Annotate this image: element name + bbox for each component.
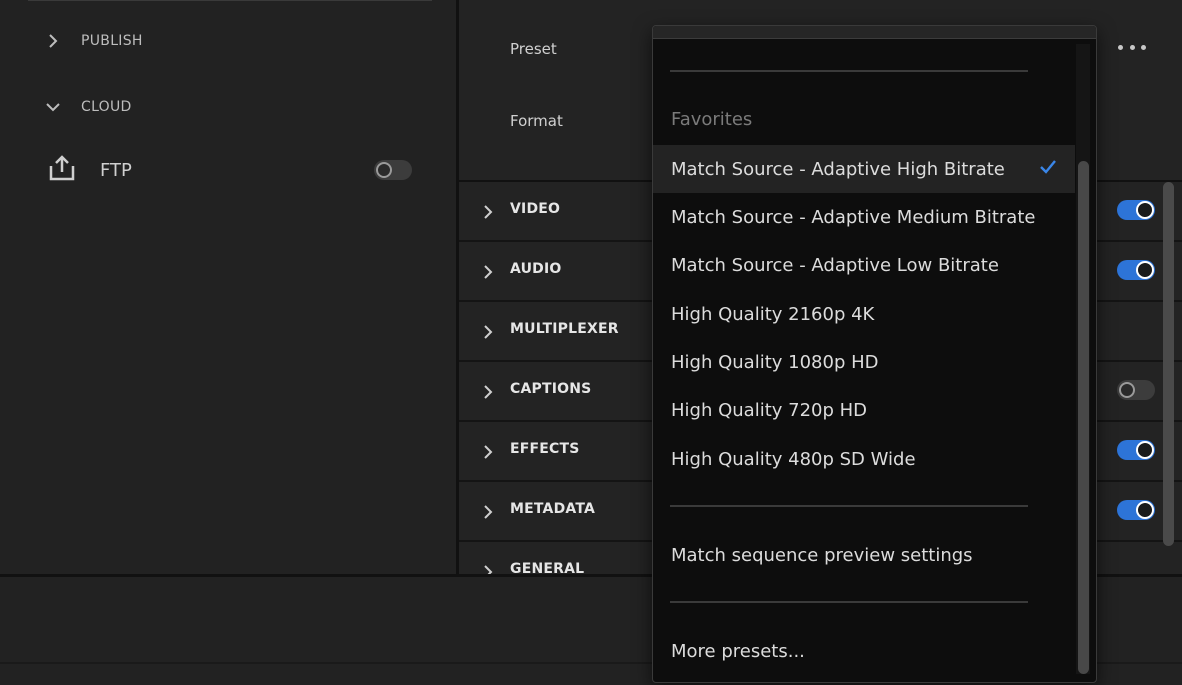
chevron-right-icon [46, 34, 60, 48]
section-label: GENERAL [510, 561, 585, 574]
menu-item-preset[interactable]: Match Source - Adaptive High Bitrate [653, 145, 1075, 193]
chevron-right-icon [483, 204, 493, 223]
menu-item-label: Match Source - Adaptive High Bitrate [671, 158, 1005, 180]
section-label: VIDEO [510, 201, 561, 217]
menu-item-preset[interactable]: Match Source - Adaptive Low Bitrate [653, 241, 1075, 289]
format-label: Format [510, 112, 563, 130]
chevron-right-icon [483, 384, 493, 403]
menu-item-match-sequence[interactable]: Match sequence preview settings [653, 531, 1075, 579]
chevron-right-icon [483, 264, 493, 283]
more-options-icon[interactable] [1118, 40, 1146, 54]
divider [28, 0, 432, 1]
sidebar-item-publish[interactable]: PUBLISH [46, 33, 143, 49]
metadata-toggle[interactable] [1117, 500, 1155, 520]
effects-toggle[interactable] [1117, 440, 1155, 460]
menu-item-label: More presets... [671, 640, 805, 662]
menu-item-label: High Quality 480p SD Wide [671, 448, 916, 470]
menu-item-more-presets[interactable]: More presets... [653, 627, 1075, 675]
scrollbar-thumb[interactable] [1078, 161, 1089, 674]
menu-item-label: Match Source - Adaptive Medium Bitrate [671, 206, 1036, 228]
section-label: MULTIPLEXER [510, 321, 619, 337]
chevron-right-icon [483, 324, 493, 343]
menu-divider [670, 601, 1028, 603]
upload-icon [48, 154, 76, 186]
section-label: AUDIO [510, 261, 562, 277]
preset-select[interactable] [653, 26, 1096, 39]
audio-toggle[interactable] [1117, 260, 1155, 280]
left-panel [0, 0, 456, 574]
ftp-label: FTP [100, 159, 132, 181]
checkmark-icon [1039, 159, 1057, 180]
preset-dropdown-menu[interactable]: Favorites Match Source - Adaptive High B… [652, 25, 1097, 683]
sidebar-item-label: CLOUD [81, 99, 132, 115]
menu-item-label: Match sequence preview settings [671, 544, 973, 566]
menu-item-label: Match Source - Adaptive Low Bitrate [671, 254, 999, 276]
menu-divider [670, 70, 1028, 72]
section-label: CAPTIONS [510, 381, 592, 397]
chevron-right-icon [483, 564, 493, 574]
menu-item-label: High Quality 720p HD [671, 399, 868, 421]
sidebar-item-label: PUBLISH [81, 33, 143, 49]
sidebar-item-cloud[interactable]: CLOUD [46, 99, 132, 115]
menu-item-preset[interactable]: Match Source - Adaptive Medium Bitrate [653, 193, 1075, 241]
scrollbar[interactable] [1163, 182, 1174, 546]
menu-item-preset[interactable]: High Quality 2160p 4K [653, 290, 1075, 338]
captions-toggle[interactable] [1117, 380, 1155, 400]
menu-item-preset[interactable]: High Quality 720p HD [653, 386, 1075, 434]
preset-label: Preset [510, 40, 557, 58]
section-label: METADATA [510, 501, 596, 517]
chevron-right-icon [483, 504, 493, 523]
menu-item-label: High Quality 1080p HD [671, 351, 879, 373]
ftp-row: FTP [48, 154, 418, 186]
menu-item-preset[interactable]: High Quality 480p SD Wide [653, 435, 1075, 483]
video-toggle[interactable] [1117, 200, 1155, 220]
favorites-header: Favorites [671, 109, 753, 130]
ftp-toggle[interactable] [374, 160, 412, 180]
menu-item-label: High Quality 2160p 4K [671, 303, 875, 325]
chevron-right-icon [483, 444, 493, 463]
menu-divider [670, 505, 1028, 507]
menu-item-preset[interactable]: High Quality 1080p HD [653, 338, 1075, 386]
section-label: EFFECTS [510, 441, 580, 457]
chevron-down-icon [46, 100, 60, 114]
